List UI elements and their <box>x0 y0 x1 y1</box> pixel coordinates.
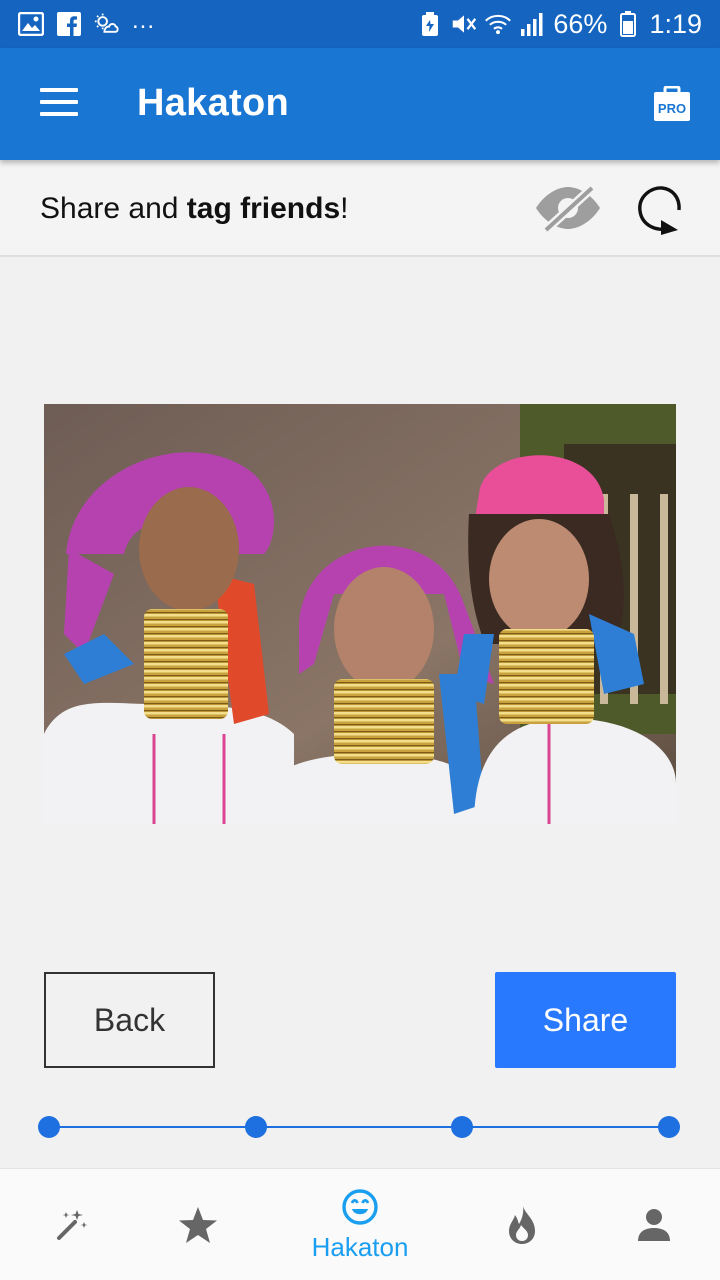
magic-wand-icon <box>57 1210 88 1240</box>
menu-button[interactable] <box>40 88 80 118</box>
smile-icon <box>342 1188 378 1225</box>
subheader: Share and tag friends! <box>0 160 720 257</box>
result-photo <box>44 404 676 824</box>
rotate-icon <box>638 186 681 235</box>
nav-favorites[interactable] <box>126 1169 270 1280</box>
instruction-prefix: Share and <box>40 192 187 225</box>
menu-icon-bar <box>40 100 78 104</box>
fire-icon <box>509 1206 535 1244</box>
clock: 1:19 <box>649 8 702 39</box>
signal-icon <box>519 11 545 37</box>
nav-profile[interactable] <box>582 1169 720 1280</box>
back-button[interactable]: Back <box>44 972 215 1068</box>
gallery-icon <box>18 11 44 37</box>
nav-magic[interactable] <box>0 1169 144 1280</box>
hide-faces-button[interactable] <box>534 184 602 234</box>
app-title: Hakaton <box>137 82 290 124</box>
instruction-suffix: ! <box>340 192 349 225</box>
step-1 <box>38 1116 60 1138</box>
share-button[interactable]: Share <box>495 972 676 1068</box>
battery-saver-icon <box>417 11 443 37</box>
weather-icon <box>94 11 120 37</box>
rotate-button[interactable] <box>634 184 684 236</box>
stepper-line <box>49 1126 669 1128</box>
menu-icon <box>40 88 78 92</box>
face-swap-photo <box>44 404 676 824</box>
star-icon <box>179 1207 217 1243</box>
nav-hakaton-label: Hakaton <box>311 1231 409 1262</box>
wifi-icon <box>485 11 512 37</box>
step-4 <box>658 1116 680 1138</box>
progress-stepper <box>38 1116 680 1138</box>
status-bar-left: ... <box>18 7 155 37</box>
person-icon <box>638 1209 670 1241</box>
pro-badge-text: PRO <box>658 101 686 116</box>
status-bar-right: 66% 1:19 <box>417 9 702 40</box>
eye-off-icon <box>536 184 600 234</box>
battery-icon <box>615 11 641 37</box>
pro-briefcase-icon: PRO <box>654 85 690 121</box>
nav-trending[interactable] <box>450 1169 594 1280</box>
app-bar: Hakaton PRO <box>0 48 720 160</box>
nav-hakaton[interactable]: Hakaton <box>288 1169 432 1280</box>
instruction-bold: tag friends <box>186 192 341 225</box>
bottom-navigation: Hakaton <box>0 1168 720 1280</box>
step-3 <box>451 1116 473 1138</box>
menu-icon-bar <box>40 112 78 116</box>
facebook-icon <box>56 11 82 37</box>
status-bar: ... 66% 1:19 <box>0 0 720 48</box>
pro-button[interactable]: PRO <box>653 85 691 122</box>
battery-percent: 66% <box>553 8 608 39</box>
more-notifications: ... <box>132 7 156 34</box>
mute-icon <box>451 11 477 37</box>
instruction-text: Share and tag friends! <box>40 192 348 226</box>
step-2 <box>245 1116 267 1138</box>
